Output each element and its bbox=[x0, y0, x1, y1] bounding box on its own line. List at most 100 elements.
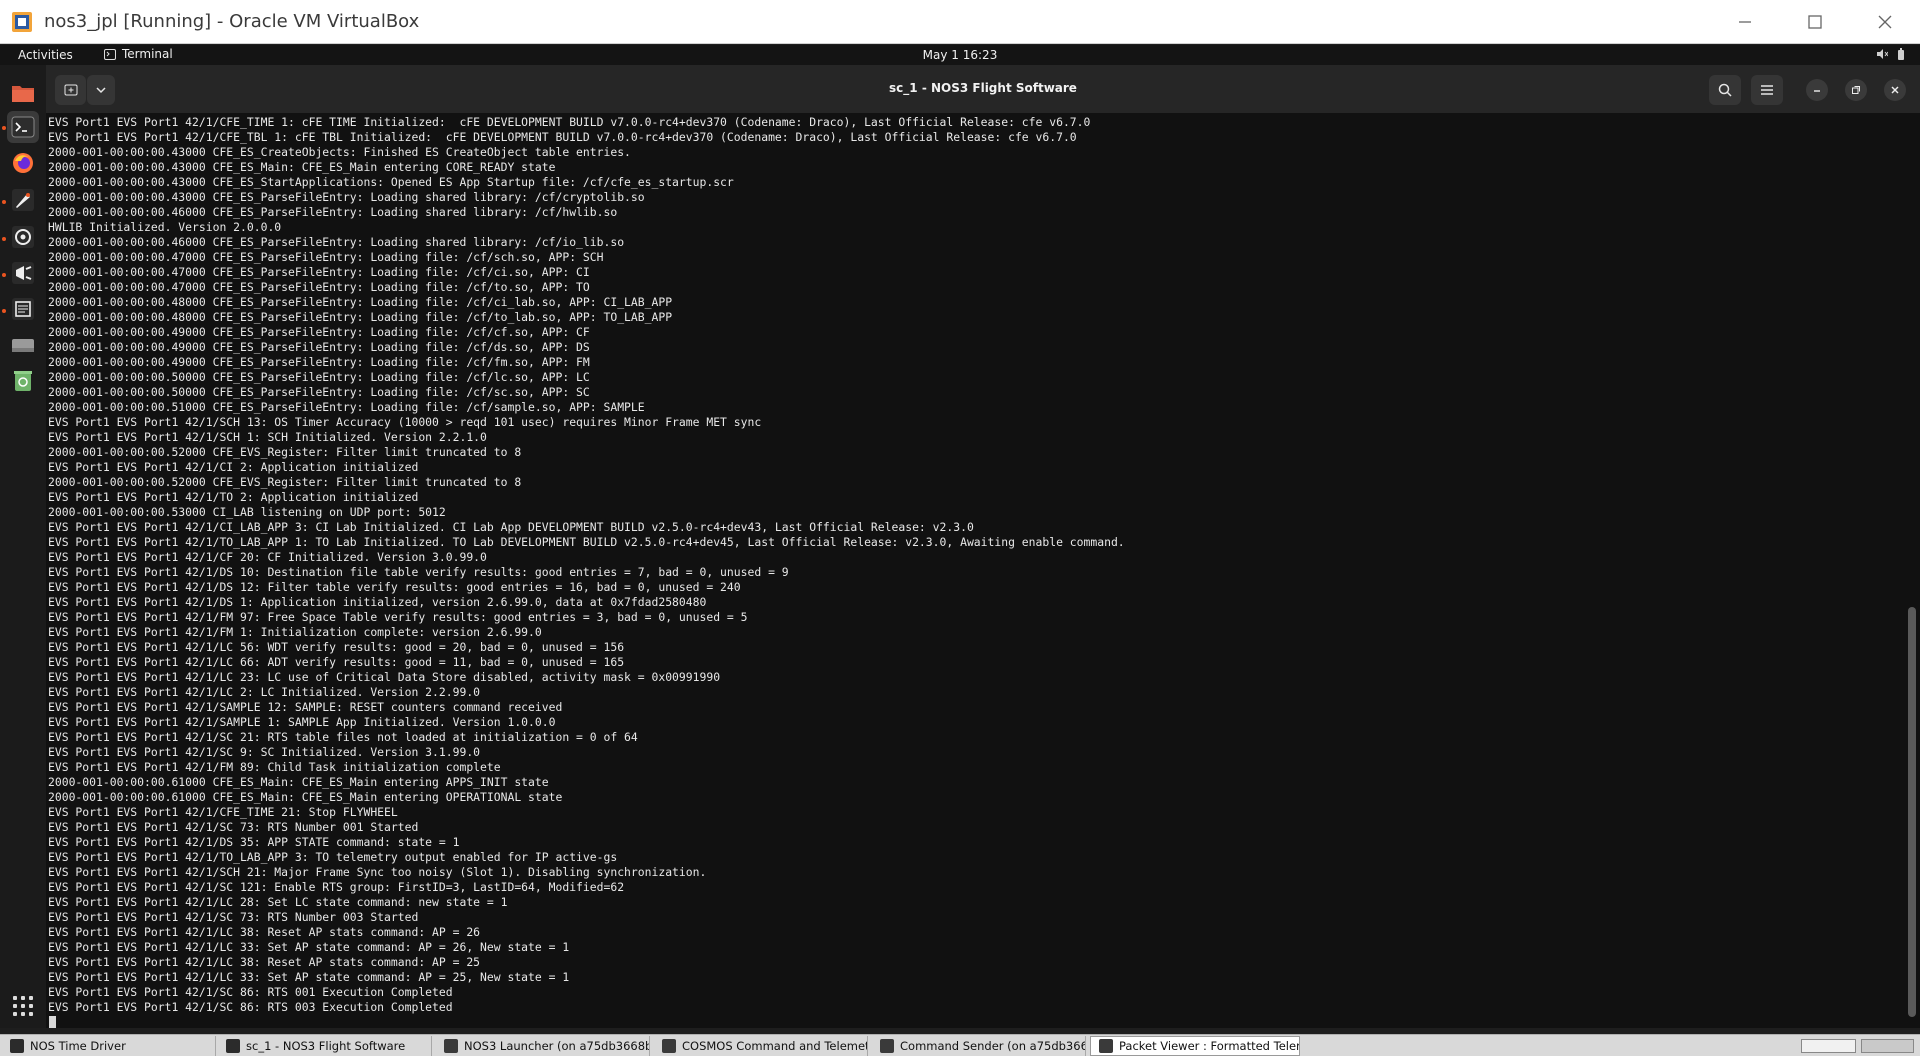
running-indicator bbox=[2, 200, 6, 204]
chevron-down-icon bbox=[96, 87, 106, 94]
log-line: 2000-001-00:00:00.61000 CFE_ES_Main: CFE… bbox=[48, 775, 549, 789]
running-indicator bbox=[2, 309, 6, 313]
packet-viewer-icon bbox=[1099, 1039, 1113, 1053]
taskbar-item[interactable]: NOS3 Launcher (on a75db3668be8) bbox=[436, 1036, 650, 1056]
vbox-titlebar: nos3_jpl [Running] - Oracle VM VirtualBo… bbox=[0, 0, 1920, 44]
log-line: EVS Port1 EVS Port1 42/1/FM 89: Child Ta… bbox=[48, 760, 501, 774]
hamburger-menu-icon bbox=[1761, 85, 1773, 95]
dock-launcher[interactable] bbox=[7, 184, 39, 216]
taskbar-item-label: Packet Viewer : Formatted Telem... bbox=[1119, 1039, 1300, 1053]
log-line: 2000-001-00:00:00.43000 CFE_ES_StartAppl… bbox=[48, 175, 734, 189]
new-tab-button[interactable] bbox=[55, 75, 86, 105]
dock-firefox[interactable] bbox=[7, 147, 39, 179]
maximize-button[interactable] bbox=[1780, 0, 1850, 44]
log-line: EVS Port1 EVS Port1 42/1/SCH 21: Major F… bbox=[48, 865, 707, 879]
log-line: 2000-001-00:00:00.51000 CFE_ES_ParseFile… bbox=[48, 400, 645, 414]
dock-trash[interactable] bbox=[7, 365, 39, 397]
log-line: EVS Port1 EVS Port1 42/1/LC 38: Reset AP… bbox=[48, 955, 481, 969]
terminal-icon bbox=[104, 48, 116, 60]
dock-drive[interactable] bbox=[7, 329, 39, 361]
packet-viewer-icon bbox=[12, 298, 34, 320]
log-line: EVS Port1 EVS Port1 42/1/LC 33: Set AP s… bbox=[48, 970, 570, 984]
running-indicator bbox=[2, 273, 6, 277]
log-line: 2000-001-00:00:00.47000 CFE_ES_ParseFile… bbox=[48, 250, 604, 264]
taskbar-item[interactable]: COSMOS Command and Telemetr... bbox=[654, 1036, 868, 1056]
log-line: EVS Port1 EVS Port1 42/1/DS 12: Filter t… bbox=[48, 580, 741, 594]
log-line: EVS Port1 EVS Port1 42/1/LC 2: LC Initia… bbox=[48, 685, 481, 699]
trash-icon bbox=[14, 371, 32, 391]
log-line: 2000-001-00:00:00.49000 CFE_ES_ParseFile… bbox=[48, 355, 590, 369]
terminal-close-button[interactable] bbox=[1884, 79, 1906, 101]
terminal-icon bbox=[11, 116, 35, 138]
log-line: 2000-001-00:00:00.53000 CI_LAB listening… bbox=[48, 505, 446, 519]
log-line: EVS Port1 EVS Port1 42/1/CFE_TIME 21: St… bbox=[48, 805, 398, 819]
close-icon bbox=[1891, 86, 1899, 94]
dock-command-sender[interactable] bbox=[7, 257, 39, 289]
log-line: 2000-001-00:00:00.48000 CFE_ES_ParseFile… bbox=[48, 295, 673, 309]
log-line: 2000-001-00:00:00.49000 CFE_ES_ParseFile… bbox=[48, 340, 590, 354]
log-line: EVS Port1 EVS Port1 42/1/TO_LAB_APP 3: T… bbox=[48, 850, 618, 864]
show-apps-icon[interactable] bbox=[13, 996, 33, 1016]
log-line: EVS Port1 EVS Port1 42/1/CFE_TBL 1: cFE … bbox=[48, 130, 1077, 144]
search-button[interactable] bbox=[1709, 75, 1741, 105]
menu-button[interactable] bbox=[1751, 75, 1783, 105]
log-line: EVS Port1 EVS Port1 42/1/LC 33: Set AP s… bbox=[48, 940, 570, 954]
host-taskbar: NOS Time Driver sc_1 - NOS3 Flight Softw… bbox=[0, 1034, 1920, 1056]
log-line: EVS Port1 EVS Port1 42/1/SCH 1: SCH Init… bbox=[48, 430, 487, 444]
terminal-minimize-button[interactable] bbox=[1806, 79, 1828, 101]
terminal-icon bbox=[226, 1039, 240, 1053]
terminal-output[interactable]: EVS Port1 EVS Port1 42/1/CFE_TIME 1: cFE… bbox=[46, 114, 1920, 1028]
dock-packet-viewer[interactable] bbox=[7, 293, 39, 325]
terminal-restore-button[interactable] bbox=[1845, 79, 1867, 101]
log-line: 2000-001-00:00:00.50000 CFE_ES_ParseFile… bbox=[48, 385, 590, 399]
minimize-button[interactable] bbox=[1710, 0, 1780, 44]
app-menu[interactable]: Terminal bbox=[104, 47, 173, 61]
taskbar-item-label: Command Sender (on a75db3668... bbox=[900, 1039, 1086, 1053]
taskbar-item-label: COSMOS Command and Telemetr... bbox=[682, 1039, 868, 1053]
close-button[interactable] bbox=[1850, 0, 1920, 44]
log-line: 2000-001-00:00:00.43000 CFE_ES_Main: CFE… bbox=[48, 160, 556, 174]
maximize-icon bbox=[1808, 15, 1822, 29]
taskbar-tray-box[interactable] bbox=[1801, 1039, 1856, 1053]
log-line: EVS Port1 EVS Port1 42/1/LC 56: WDT veri… bbox=[48, 640, 625, 654]
log-line: EVS Port1 EVS Port1 42/1/SC 73: RTS Numb… bbox=[48, 910, 419, 924]
log-line: 2000-001-00:00:00.47000 CFE_ES_ParseFile… bbox=[48, 280, 590, 294]
system-tray[interactable] bbox=[1876, 48, 1906, 60]
command-sender-icon bbox=[880, 1039, 894, 1053]
log-line: EVS Port1 EVS Port1 42/1/DS 35: APP STAT… bbox=[48, 835, 460, 849]
log-line: EVS Port1 EVS Port1 42/1/TO 2: Applicati… bbox=[48, 490, 419, 504]
taskbar-item-active[interactable]: Packet Viewer : Formatted Telem... bbox=[1090, 1036, 1300, 1056]
dock-terminal[interactable] bbox=[7, 111, 39, 143]
taskbar-tray-box[interactable] bbox=[1861, 1039, 1914, 1053]
battery-icon bbox=[1898, 48, 1904, 60]
search-icon bbox=[1718, 83, 1732, 97]
taskbar-item[interactable]: sc_1 - NOS3 Flight Software bbox=[218, 1036, 432, 1056]
log-line: EVS Port1 EVS Port1 42/1/CF 20: CF Initi… bbox=[48, 550, 487, 564]
scrollbar-thumb[interactable] bbox=[1908, 607, 1916, 1017]
activities-button[interactable]: Activities bbox=[18, 48, 73, 62]
log-line: EVS Port1 EVS Port1 42/1/SC 121: Enable … bbox=[48, 880, 625, 894]
new-tab-icon bbox=[64, 84, 77, 96]
restore-icon bbox=[1852, 86, 1860, 94]
log-line: EVS Port1 EVS Port1 42/1/SAMPLE 1: SAMPL… bbox=[48, 715, 556, 729]
dock-cosmos[interactable] bbox=[7, 221, 39, 253]
taskbar-item[interactable]: Command Sender (on a75db3668... bbox=[872, 1036, 1086, 1056]
log-line: EVS Port1 EVS Port1 42/1/SAMPLE 12: SAMP… bbox=[48, 700, 563, 714]
clock[interactable]: May 1 16:23 bbox=[0, 48, 1920, 62]
launcher-icon bbox=[12, 189, 34, 211]
log-line: EVS Port1 EVS Port1 42/1/LC 66: ADT veri… bbox=[48, 655, 625, 669]
log-line: EVS Port1 EVS Port1 42/1/SC 73: RTS Numb… bbox=[48, 820, 419, 834]
log-line: EVS Port1 EVS Port1 42/1/LC 23: LC use o… bbox=[48, 670, 721, 684]
text-cursor bbox=[49, 1016, 56, 1028]
dock-files[interactable] bbox=[7, 77, 39, 109]
log-line: 2000-001-00:00:00.43000 CFE_ES_CreateObj… bbox=[48, 145, 631, 159]
tab-menu-button[interactable] bbox=[87, 75, 115, 105]
log-line: EVS Port1 EVS Port1 42/1/LC 28: Set LC s… bbox=[48, 895, 508, 909]
command-sender-icon bbox=[12, 262, 34, 284]
log-line: EVS Port1 EVS Port1 42/1/SC 86: RTS 001 … bbox=[48, 985, 453, 999]
speaker-muted-icon bbox=[1877, 49, 1888, 59]
log-line: 2000-001-00:00:00.43000 CFE_ES_ParseFile… bbox=[48, 190, 645, 204]
taskbar-item[interactable]: NOS Time Driver bbox=[2, 1036, 216, 1056]
log-line: EVS Port1 EVS Port1 42/1/DS 1: Applicati… bbox=[48, 595, 707, 609]
launcher-icon bbox=[444, 1039, 458, 1053]
